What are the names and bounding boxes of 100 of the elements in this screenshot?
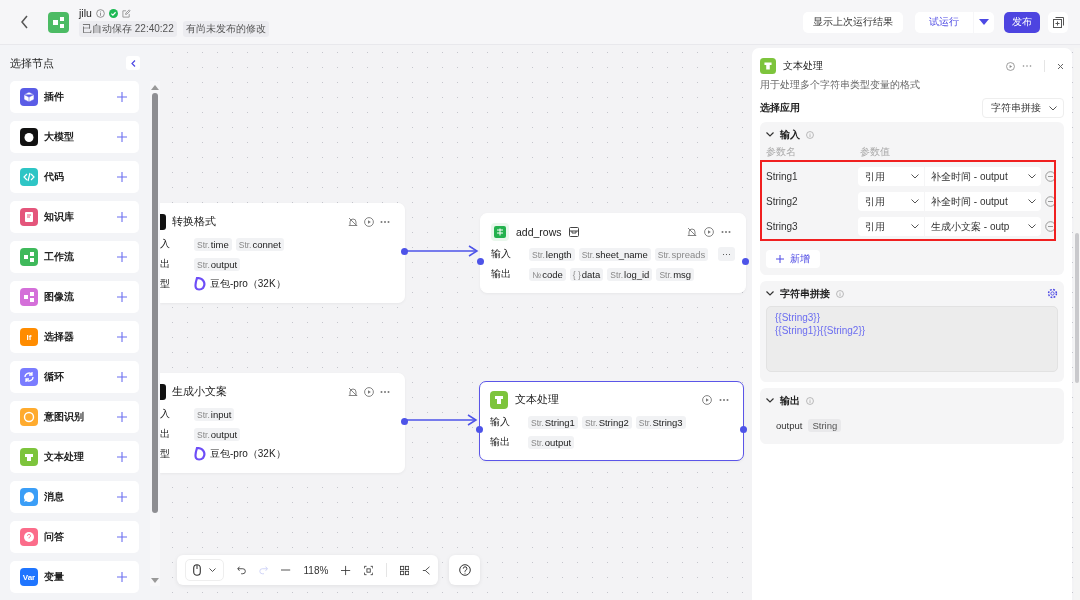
source-select[interactable]: 引用 xyxy=(858,217,924,236)
chevron-icon[interactable] xyxy=(766,132,774,137)
last-run-button[interactable]: 显示上次运行结果 xyxy=(803,11,903,33)
node-type-item[interactable]: 图像流 xyxy=(10,281,139,313)
node-card[interactable]: 转换格式 入 Str.time Str.connet 出 Str.output 型 豆包-pro（32K） xyxy=(160,203,405,303)
section-title: 输入 xyxy=(780,127,800,142)
pointer-mode-button[interactable] xyxy=(185,559,224,581)
bell-off-icon[interactable] xyxy=(348,387,358,397)
add-icon[interactable] xyxy=(117,292,127,302)
node-card[interactable]: 生成小文案 入 Str.input 出 Str.output 型 豆包-pro（32K） xyxy=(160,373,405,473)
port-dot[interactable] xyxy=(476,426,483,433)
node-type-item[interactable]: 插件 xyxy=(10,81,139,113)
add-icon[interactable] xyxy=(117,212,127,222)
info-icon[interactable] xyxy=(95,8,105,18)
node-type-item[interactable]: 知识库 xyxy=(10,201,139,233)
play-icon[interactable] xyxy=(364,387,374,397)
node-type-item[interactable]: 问答 xyxy=(10,521,139,553)
remove-icon[interactable] xyxy=(1045,221,1056,232)
value-select[interactable]: 补全时间 - output xyxy=(925,192,1041,211)
back-icon[interactable] xyxy=(20,15,30,29)
chevron-icon[interactable] xyxy=(766,398,774,403)
more-icon[interactable] xyxy=(380,220,390,224)
port-dot[interactable] xyxy=(477,258,484,265)
fit-view-icon[interactable] xyxy=(363,564,373,576)
add-icon[interactable] xyxy=(117,492,127,502)
play-icon[interactable] xyxy=(702,395,712,405)
chevron-icon[interactable] xyxy=(766,291,774,296)
scrollbar[interactable] xyxy=(150,81,160,586)
node-type-item[interactable]: 大模型 xyxy=(10,121,139,153)
settings-icon[interactable] xyxy=(1047,288,1058,299)
node-card[interactable]: 文本处理 输入 Str.String1 Str.String2 Str.String3 输出 Str.output xyxy=(479,381,744,461)
node-type-item[interactable]: 消息 xyxy=(10,481,139,513)
node-type-item[interactable]: 循环 xyxy=(10,361,139,393)
node-type-item[interactable]: 工作流 xyxy=(10,241,139,273)
more-icon[interactable] xyxy=(1022,64,1032,68)
add-icon[interactable] xyxy=(117,452,127,462)
play-icon[interactable] xyxy=(704,227,714,237)
undo-icon[interactable] xyxy=(237,565,247,575)
collapse-button[interactable] xyxy=(126,56,140,70)
more-icon[interactable] xyxy=(380,390,390,394)
edit-icon[interactable] xyxy=(121,8,131,18)
add-param-button[interactable]: 新增 xyxy=(766,250,820,268)
section-title: 输出 xyxy=(780,393,800,408)
source-select[interactable]: 引用 xyxy=(858,192,924,211)
value-select[interactable]: 补全时间 - output xyxy=(925,167,1041,186)
copy-button[interactable] xyxy=(1048,11,1068,33)
add-icon[interactable] xyxy=(117,412,127,422)
node-type-item[interactable]: 代码 xyxy=(10,161,139,193)
close-icon[interactable] xyxy=(1057,62,1064,70)
bell-off-icon[interactable] xyxy=(348,217,358,227)
play-icon[interactable] xyxy=(1006,61,1015,71)
add-icon[interactable] xyxy=(117,332,127,342)
variable-tag: Str.String2 xyxy=(581,415,632,429)
help-button[interactable] xyxy=(449,555,480,585)
source-select[interactable]: 引用 xyxy=(858,167,924,186)
test-run-dropdown[interactable] xyxy=(974,11,994,33)
test-run-button[interactable]: 试运行 xyxy=(915,11,973,33)
node-type-item[interactable]: Var 变量 xyxy=(10,561,139,593)
add-icon[interactable] xyxy=(117,252,127,262)
connector-style-icon[interactable] xyxy=(421,564,431,576)
add-icon[interactable] xyxy=(117,92,127,102)
add-icon[interactable] xyxy=(117,172,127,182)
row-label: 入 xyxy=(160,407,171,421)
variable-tag: №code xyxy=(529,267,566,281)
node-card[interactable]: add_rows 输入 Str.length Str.sheet_name Str.spreads ··· 输出 №code { }data Str.log_id Str.msg xyxy=(480,213,746,293)
variable-tag: Str.sheet_name xyxy=(578,247,651,261)
node-type-item[interactable]: 意图识别 xyxy=(10,401,139,433)
layout-icon[interactable] xyxy=(399,564,409,576)
add-icon[interactable] xyxy=(117,532,127,542)
add-icon[interactable] xyxy=(117,132,127,142)
remove-icon[interactable] xyxy=(1045,196,1056,207)
publish-button[interactable]: 发布 xyxy=(1004,11,1040,33)
bell-off-icon[interactable] xyxy=(687,227,697,237)
value-select[interactable]: 生成小文案 - outp xyxy=(925,217,1041,236)
help-icon xyxy=(458,564,471,576)
add-icon[interactable] xyxy=(117,372,127,382)
variable-tag: Str.length xyxy=(529,247,575,261)
node-type-icon: If xyxy=(20,328,38,346)
node-type-label: 意图识别 xyxy=(44,410,84,424)
port-dot[interactable] xyxy=(401,418,408,425)
more-icon[interactable] xyxy=(719,398,729,402)
port-dot[interactable] xyxy=(742,258,749,265)
more-button[interactable]: ··· xyxy=(718,247,735,261)
row-label: 输入 xyxy=(491,247,512,261)
add-icon[interactable] xyxy=(117,572,127,582)
zoom-in-icon[interactable] xyxy=(341,564,351,576)
node-type-label: 消息 xyxy=(44,490,64,504)
node-type-item[interactable]: 文本处理 xyxy=(10,441,139,473)
app-select[interactable]: 字符串拼接 xyxy=(982,98,1064,118)
play-icon[interactable] xyxy=(364,217,374,227)
variable-tag: Str.time xyxy=(194,237,232,251)
variable-tag: Str.log_id xyxy=(607,267,653,281)
remove-icon[interactable] xyxy=(1045,171,1056,182)
port-dot[interactable] xyxy=(401,248,408,255)
column-header: 参数名 xyxy=(766,145,797,159)
more-icon[interactable] xyxy=(721,230,731,234)
template-editor[interactable]: {{String3}} {{String1}}{{String2}} xyxy=(766,306,1058,372)
node-type-item[interactable]: If 选择器 xyxy=(10,321,139,353)
variable-tag: { }data xyxy=(569,267,604,281)
port-dot[interactable] xyxy=(740,426,747,433)
